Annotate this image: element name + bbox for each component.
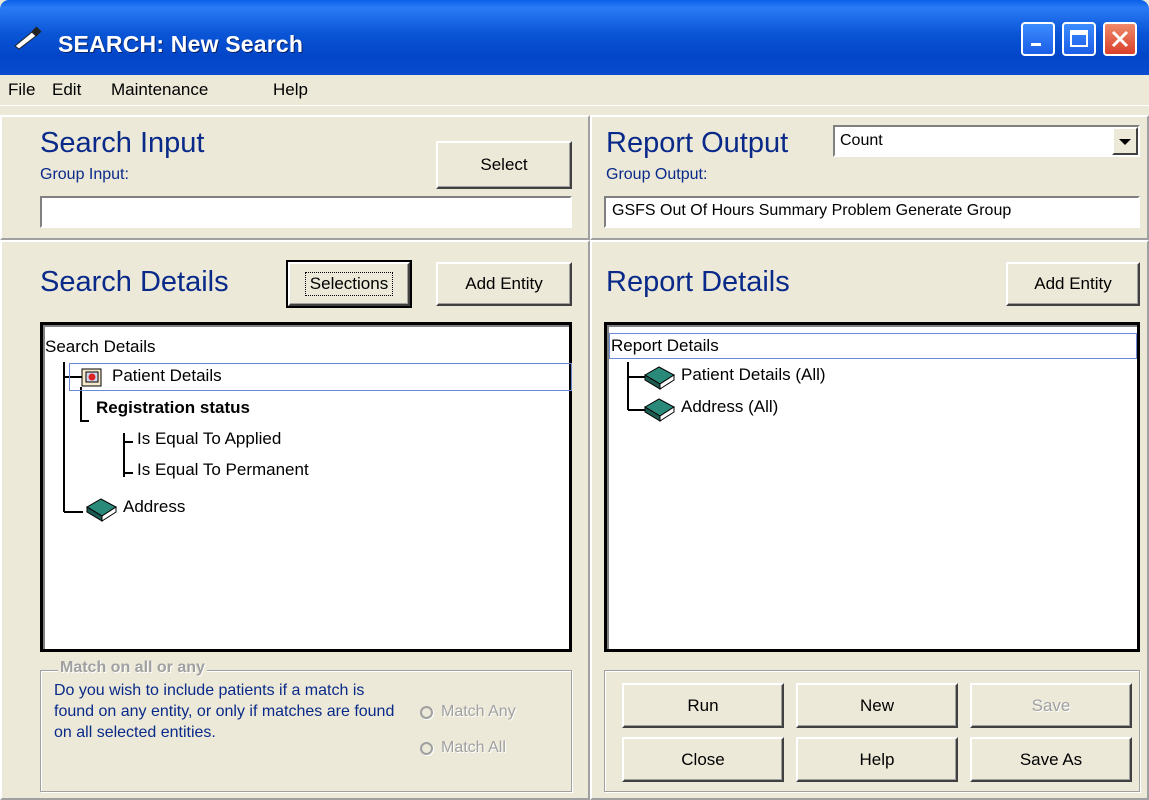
report-output-heading: Report Output <box>606 127 789 159</box>
match-groupbox-title: Match on all or any <box>58 659 207 677</box>
group-input-field[interactable] <box>40 196 572 228</box>
run-button[interactable]: Run <box>622 683 784 728</box>
menu-maintenance[interactable]: Maintenance <box>111 80 208 100</box>
minimize-icon <box>1031 43 1041 46</box>
match-all-radio[interactable]: Match All <box>420 739 506 757</box>
window-title: SEARCH: New Search <box>58 31 304 57</box>
report-type-select[interactable]: Count <box>833 125 1140 157</box>
book-icon <box>644 398 675 422</box>
report-details-heading: Report Details <box>606 266 790 298</box>
match-any-label: Match Any <box>441 703 516 720</box>
group-input-label: Group Input: <box>40 166 129 183</box>
group-output-label: Group Output: <box>606 166 708 183</box>
app-icon <box>14 26 42 50</box>
search-add-entity-button[interactable]: Add Entity <box>436 262 572 306</box>
menu-edit[interactable]: Edit <box>52 80 81 100</box>
match-all-label: Match All <box>441 739 506 756</box>
new-label: New <box>859 695 894 715</box>
close-label: Close <box>681 749 725 769</box>
help-button[interactable]: Help <box>796 737 958 782</box>
tree-node-patient-details-all[interactable]: Patient Details (All) <box>681 365 826 385</box>
tree-root[interactable]: Report Details <box>609 333 1137 359</box>
help-label: Help <box>859 749 895 769</box>
close-dialog-button[interactable]: Close <box>622 737 784 782</box>
match-description: Do you wish to include patients if a mat… <box>54 682 395 741</box>
tree-root[interactable]: Search Details <box>45 337 156 357</box>
selections-button-label: Selections <box>304 272 394 296</box>
save-label: Save <box>1031 695 1071 715</box>
tree-root-label: Report Details <box>611 336 719 355</box>
tree-node-address-all[interactable]: Address (All) <box>681 397 778 417</box>
book-icon <box>86 498 117 522</box>
maximize-icon <box>1070 30 1088 47</box>
menu-bar: File Edit Maintenance Help <box>0 75 1149 106</box>
tree-node-registration-status[interactable]: Registration status <box>96 398 250 418</box>
tree-node-applied[interactable]: Is Equal To Applied <box>137 429 281 449</box>
selections-button[interactable]: Selections <box>286 260 412 308</box>
radio-indicator <box>420 741 433 755</box>
group-output-field[interactable]: GSFS Out Of Hours Summary Problem Genera… <box>604 196 1140 228</box>
tree-node-address[interactable]: Address <box>123 497 185 517</box>
close-button[interactable] <box>1103 22 1137 56</box>
search-add-entity-label: Add Entity <box>465 274 543 293</box>
report-details-tree[interactable]: Report Details Patient Details (All) Add… <box>604 322 1140 652</box>
chevron-down-icon <box>1119 139 1131 145</box>
patient-details-icon <box>81 368 102 387</box>
menu-help[interactable]: Help <box>273 80 308 100</box>
close-icon <box>1111 30 1129 48</box>
title-bar[interactable]: SEARCH: New Search <box>0 0 1149 75</box>
select-button-label: Select <box>480 155 528 174</box>
select-button[interactable]: Select <box>436 141 572 189</box>
radio-indicator <box>420 705 433 719</box>
report-add-entity-label: Add Entity <box>1034 274 1112 293</box>
search-details-tree[interactable]: Search Details Patient Details Registrat… <box>40 322 572 652</box>
tree-node-label: Patient Details <box>112 366 222 385</box>
report-type-value: Count <box>840 132 883 149</box>
save-as-button[interactable]: Save As <box>970 737 1132 782</box>
report-add-entity-button[interactable]: Add Entity <box>1006 262 1140 306</box>
book-icon <box>644 366 675 390</box>
maximize-button[interactable] <box>1062 22 1096 56</box>
dropdown-button[interactable] <box>1112 127 1138 155</box>
match-any-radio[interactable]: Match Any <box>420 703 516 721</box>
minimize-button[interactable] <box>1021 22 1055 56</box>
save-as-label: Save As <box>1019 749 1083 769</box>
search-input-heading: Search Input <box>40 127 205 159</box>
run-label: Run <box>687 695 719 715</box>
tree-node-patient-details[interactable]: Patient Details <box>69 363 572 391</box>
new-button[interactable]: New <box>796 683 958 728</box>
tree-node-permanent[interactable]: Is Equal To Permanent <box>137 460 309 480</box>
search-details-heading: Search Details <box>40 266 229 298</box>
save-button[interactable]: Save <box>970 683 1132 728</box>
menu-file[interactable]: File <box>8 80 35 100</box>
